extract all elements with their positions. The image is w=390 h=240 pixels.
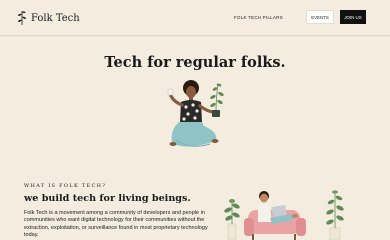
hero-title: Tech for regular folks. [104, 54, 286, 71]
brand-logo-link[interactable]: Folk Tech [16, 10, 80, 26]
nav-link-pillars[interactable]: FOLK TECH PILLARS [234, 15, 283, 20]
hero-illustration-woman-with-plant [167, 80, 224, 147]
about-eyebrow: WHAT IS FOLK TECH? [24, 183, 107, 189]
about-title: we build tech for living beings. [24, 193, 191, 204]
top-navigation-bar: Folk Tech FOLK TECH PILLARS EVENTS JOIN … [0, 0, 390, 36]
events-button[interactable]: EVENTS [306, 10, 334, 24]
join-us-button[interactable]: JOIN US [340, 10, 366, 24]
about-body: Folk Tech is a movement among a communit… [24, 210, 208, 239]
leaf-sprig-icon [18, 11, 26, 26]
room-illustration-person-on-couch [224, 190, 344, 240]
brand-name: Folk Tech [31, 12, 80, 24]
